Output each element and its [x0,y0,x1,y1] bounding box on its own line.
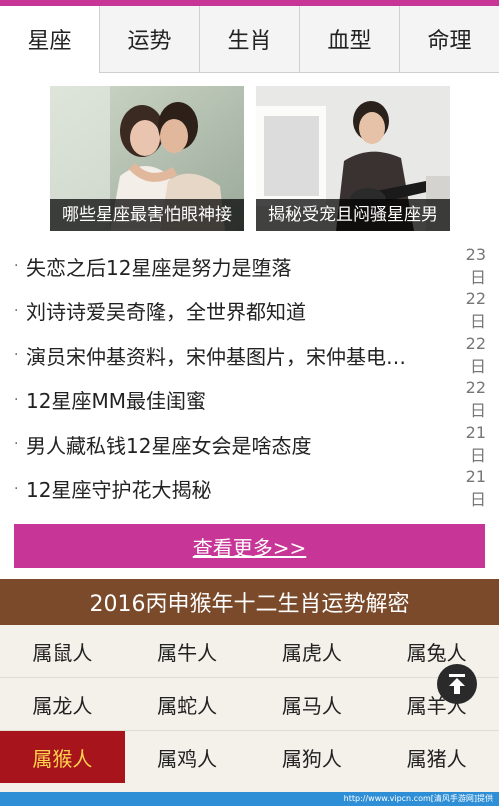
arrow-up-icon [449,674,465,694]
scroll-to-top-button[interactable] [437,664,477,704]
bullet-dot: · [14,391,19,408]
news-item[interactable]: · 12星座MM最佳闺蜜 22日 [14,378,486,423]
news-item[interactable]: · 演员宋仲基资料，宋仲基图片，宋仲基电… 22日 [14,333,486,378]
news-title: 男人藏私钱12星座女会是啥态度 [26,433,312,458]
news-item[interactable]: · 12星座守护花大揭秘 21日 [14,467,486,512]
news-title: 演员宋仲基资料，宋仲基图片，宋仲基电… [26,344,406,369]
featured-articles: 哪些星座最害怕眼神接 揭秘受宠且闷骚星座男 [50,86,450,231]
news-title: 失恋之后12星座是努力是堕落 [26,255,292,280]
zodiac-rabbit[interactable]: 属兔人 [374,625,499,677]
zodiac-pig[interactable]: 属猪人 [374,731,499,783]
tab-xuexing[interactable]: 血型 [299,6,399,72]
zodiac-tiger[interactable]: 属虎人 [250,625,375,677]
tab-shengxiao[interactable]: 生肖 [199,6,299,72]
zodiac-rooster[interactable]: 属鸡人 [125,731,250,783]
zodiac-dragon[interactable]: 属龙人 [0,678,125,730]
tab-xingzuo[interactable]: 星座 [0,6,99,73]
featured-article-1[interactable]: 哪些星座最害怕眼神接 [50,86,244,231]
bullet-dot: · [14,302,19,319]
zodiac-row: 属鼠人 属牛人 属虎人 属兔人 [0,625,499,678]
category-tabs: 星座 运势 生肖 血型 命理 [0,6,499,73]
bullet-dot: · [14,480,19,497]
zodiac-row: 属猴人 属鸡人 属狗人 属猪人 [0,731,499,783]
zodiac-horse[interactable]: 属马人 [250,678,375,730]
news-item[interactable]: · 男人藏私钱12星座女会是啥态度 21日 [14,422,486,467]
news-date: 21日 [465,422,486,465]
zodiac-dog[interactable]: 属狗人 [250,731,375,783]
news-date: 22日 [465,289,486,332]
news-title: 刘诗诗爱吴奇隆，全世界都知道 [26,300,306,325]
zodiac-ox[interactable]: 属牛人 [125,625,250,677]
featured-article-2[interactable]: 揭秘受宠且闷骚星座男 [256,86,450,231]
bullet-dot: · [14,258,19,275]
tab-yunshi[interactable]: 运势 [99,6,199,72]
zodiac-banner: 2016丙申猴年十二生肖运势解密 [0,579,499,625]
zodiac-row: 属龙人 属蛇人 属马人 属羊人 [0,678,499,731]
zodiac-snake[interactable]: 属蛇人 [125,678,250,730]
bullet-dot: · [14,347,19,364]
news-date: 21日 [465,467,486,510]
news-item[interactable]: · 刘诗诗爱吴奇隆，全世界都知道 22日 [14,289,486,334]
news-item[interactable]: · 失恋之后12星座是努力是堕落 23日 [14,244,486,289]
footer-watermark: http://www.vipcn.com[清风手游网]提供 [0,792,499,806]
news-title: 12星座守护花大揭秘 [26,478,212,503]
tab-mingli[interactable]: 命理 [399,6,499,72]
news-date: 23日 [465,244,486,287]
news-date: 22日 [465,378,486,421]
news-list: · 失恋之后12星座是努力是堕落 23日 · 刘诗诗爱吴奇隆，全世界都知道 22… [14,244,486,511]
zodiac-rat[interactable]: 属鼠人 [0,625,125,677]
bullet-dot: · [14,436,19,453]
news-date: 22日 [465,333,486,376]
featured-caption-1: 哪些星座最害怕眼神接 [50,199,244,231]
view-more-button[interactable]: 查看更多>> [14,524,485,568]
featured-caption-2: 揭秘受宠且闷骚星座男 [256,199,450,231]
news-title: 12星座MM最佳闺蜜 [26,389,206,414]
zodiac-grid: 属鼠人 属牛人 属虎人 属兔人 属龙人 属蛇人 属马人 属羊人 属猴人 属鸡人 … [0,625,499,792]
zodiac-monkey[interactable]: 属猴人 [0,731,125,783]
